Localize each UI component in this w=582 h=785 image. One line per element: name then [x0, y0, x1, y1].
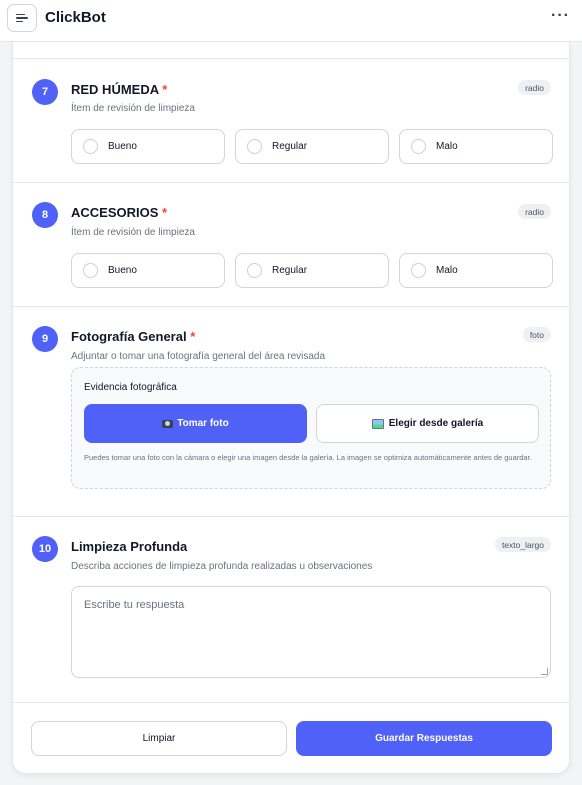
- form-actions: Limpiar Guardar Respuestas: [13, 702, 569, 773]
- radio-option-bueno[interactable]: Bueno: [71, 129, 225, 164]
- radio-group: Bueno Regular Malo: [71, 129, 553, 164]
- question-number: 9: [32, 326, 58, 352]
- photo-label: Evidencia fotográfica: [84, 382, 177, 393]
- menu-button[interactable]: [7, 4, 37, 32]
- answer-textarea[interactable]: Escribe tu respuesta: [71, 586, 551, 678]
- resize-handle-icon[interactable]: [541, 668, 548, 675]
- question-title: Limpieza Profunda: [71, 539, 188, 554]
- radio-option-bueno[interactable]: Bueno: [71, 253, 225, 288]
- radio-circle-icon: [411, 139, 426, 154]
- top-bar: ClickBot ···: [0, 0, 582, 42]
- hamburger-menu-icon: [16, 13, 25, 16]
- question-description: Ítem de revisión de limpieza: [71, 103, 195, 114]
- form-card: 7 RED HÚMEDA * Ítem de revisión de limpi…: [12, 42, 570, 774]
- question-number: 10: [32, 536, 58, 562]
- question-title: ACCESORIOS *: [71, 205, 168, 220]
- type-badge: texto_largo: [494, 537, 551, 552]
- radio-option-regular[interactable]: Regular: [235, 253, 389, 288]
- radio-option-malo[interactable]: Malo: [399, 129, 553, 164]
- radio-circle-icon: [83, 139, 98, 154]
- question-8: 8 ACCESORIOS * Ítem de revisión de limpi…: [13, 182, 569, 307]
- question-9: 9 Fotografía General * Adjuntar o tomar …: [13, 306, 569, 516]
- type-badge: radio: [518, 204, 551, 219]
- type-badge: radio: [518, 80, 551, 95]
- camera-icon: [162, 419, 174, 428]
- choose-from-gallery-button[interactable]: Elegir desde galería: [316, 404, 539, 443]
- type-badge: foto: [522, 327, 551, 342]
- radio-option-malo[interactable]: Malo: [399, 253, 553, 288]
- photo-hint: Puedes tomar una foto con la cámara o el…: [84, 453, 532, 462]
- question-description: Ítem de revisión de limpieza: [71, 227, 195, 238]
- required-mark: *: [162, 205, 168, 220]
- image-gallery-icon: [371, 418, 384, 429]
- radio-circle-icon: [247, 139, 262, 154]
- question-10: 10 Limpieza Profunda Describa acciones d…: [13, 516, 569, 702]
- clear-button[interactable]: Limpiar: [31, 721, 287, 756]
- question-7: 7 RED HÚMEDA * Ítem de revisión de limpi…: [13, 58, 569, 183]
- question-number: 7: [32, 79, 58, 105]
- textarea-placeholder: Escribe tu respuesta: [84, 599, 185, 611]
- question-title: Fotografía General *: [71, 329, 196, 344]
- app-title: ClickBot: [45, 9, 106, 26]
- radio-group: Bueno Regular Malo: [71, 253, 553, 288]
- save-answers-button[interactable]: Guardar Respuestas: [296, 721, 552, 756]
- more-options-icon[interactable]: ···: [551, 7, 570, 25]
- take-photo-button[interactable]: Tomar foto: [84, 404, 307, 443]
- radio-option-regular[interactable]: Regular: [235, 129, 389, 164]
- question-title: RED HÚMEDA *: [71, 82, 168, 97]
- photo-upload-box: Evidencia fotográfica Tomar foto Elegir …: [71, 367, 551, 489]
- radio-circle-icon: [83, 263, 98, 278]
- required-mark: *: [190, 329, 196, 344]
- question-description: Describa acciones de limpieza profunda r…: [71, 561, 373, 572]
- radio-circle-icon: [247, 263, 262, 278]
- radio-circle-icon: [411, 263, 426, 278]
- question-description: Adjuntar o tomar una fotografía general …: [71, 351, 326, 362]
- required-mark: *: [162, 82, 168, 97]
- question-number: 8: [32, 202, 58, 228]
